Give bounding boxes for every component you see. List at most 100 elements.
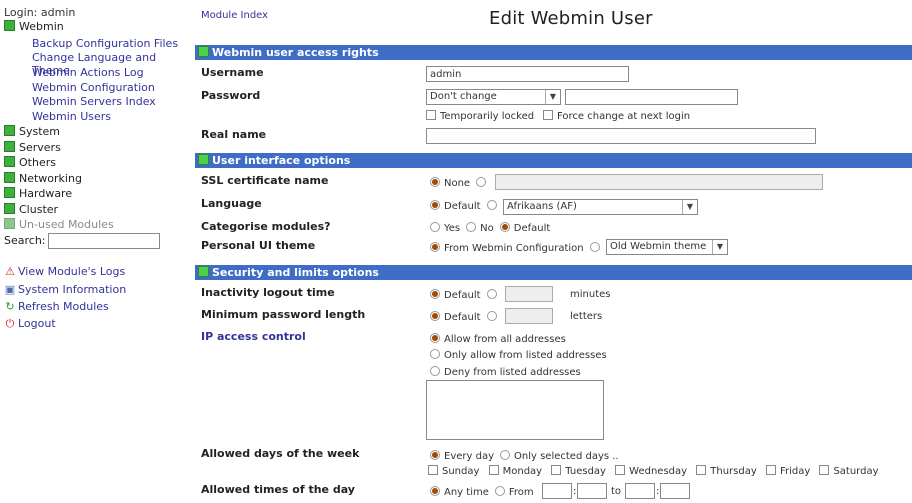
days-every-radio[interactable] bbox=[430, 450, 440, 460]
days-mode-options: Every day Only selected days .. bbox=[430, 450, 619, 462]
force-change-checkbox[interactable] bbox=[543, 110, 553, 120]
theme-default-label: From Webmin Configuration bbox=[444, 243, 584, 254]
refresh-modules-link[interactable]: ↻ Refresh Modules bbox=[4, 300, 109, 313]
system-info-link[interactable]: ▣ System Information bbox=[4, 283, 126, 296]
thursday-checkbox[interactable] bbox=[696, 465, 707, 475]
times-from-radio[interactable] bbox=[494, 486, 505, 496]
ssl-cert-label: SSL certificate name bbox=[201, 174, 329, 187]
categorise-default-radio[interactable] bbox=[499, 222, 510, 232]
days-checkbox-row: Sunday Monday Tuesday Wednesday Thursday… bbox=[428, 465, 879, 477]
chevron-down-icon: ▼ bbox=[682, 200, 697, 214]
temp-locked-checkbox[interactable] bbox=[426, 110, 436, 120]
ip-only-listed-radio[interactable] bbox=[430, 349, 440, 359]
logout-label: Logout bbox=[18, 317, 56, 330]
monday-checkbox[interactable] bbox=[488, 465, 499, 475]
language-default-label: Default bbox=[444, 201, 481, 212]
category-others[interactable]: Others bbox=[4, 156, 56, 169]
ip-deny-listed-radio[interactable] bbox=[430, 366, 440, 376]
view-logs-link[interactable]: ⚠ View Module's Logs bbox=[4, 265, 125, 278]
categorise-yes-radio[interactable] bbox=[430, 222, 440, 232]
language-custom-radio[interactable] bbox=[486, 200, 497, 210]
ip-allow-all-radio[interactable] bbox=[430, 333, 440, 343]
to-minute-input[interactable] bbox=[660, 483, 690, 499]
wednesday-checkbox[interactable] bbox=[615, 465, 626, 475]
menu-webmin-users[interactable]: Webmin Users bbox=[32, 110, 111, 123]
inactivity-input[interactable] bbox=[505, 286, 553, 302]
theme-select[interactable]: Old Webmin theme ▼ bbox=[606, 239, 728, 255]
refresh-label: Refresh Modules bbox=[18, 300, 109, 313]
chevron-down-icon: ▼ bbox=[545, 90, 560, 104]
min-password-default-radio[interactable] bbox=[430, 311, 440, 321]
ssl-none-option[interactable]: None bbox=[430, 177, 490, 189]
category-hardware[interactable]: Hardware bbox=[4, 187, 72, 200]
module-index-link[interactable]: Module Index bbox=[201, 10, 268, 21]
collapse-icon[interactable] bbox=[198, 46, 209, 57]
theme-default-radio[interactable] bbox=[430, 242, 440, 252]
inactivity-custom-radio[interactable] bbox=[486, 289, 497, 299]
categorise-options: Yes No Default bbox=[430, 222, 550, 234]
ssl-none-radio[interactable] bbox=[430, 177, 440, 187]
inactivity-default-option[interactable]: Default bbox=[430, 289, 501, 301]
theme-default-option[interactable]: From Webmin Configuration bbox=[430, 242, 604, 254]
search-row: Search: bbox=[4, 233, 160, 249]
category-system[interactable]: System bbox=[4, 125, 60, 138]
min-password-unit: letters bbox=[570, 311, 603, 322]
days-selected-radio[interactable] bbox=[500, 450, 510, 460]
monday-label: Monday bbox=[502, 466, 543, 477]
category-servers[interactable]: Servers bbox=[4, 141, 61, 154]
username-input[interactable]: admin bbox=[426, 66, 629, 82]
saturday-checkbox[interactable] bbox=[819, 465, 830, 475]
categorise-no-radio[interactable] bbox=[466, 222, 477, 232]
language-default-radio[interactable] bbox=[430, 200, 440, 210]
password-input[interactable] bbox=[565, 89, 738, 105]
categorise-label: Categorise modules? bbox=[201, 220, 331, 233]
logout-link[interactable]: ⏻ Logout bbox=[4, 317, 56, 331]
sunday-checkbox[interactable] bbox=[428, 465, 438, 475]
times-any-radio[interactable] bbox=[430, 486, 440, 496]
search-input[interactable] bbox=[47, 233, 160, 249]
category-networking[interactable]: Networking bbox=[4, 172, 82, 185]
inactivity-default-radio[interactable] bbox=[430, 289, 440, 299]
collapse-icon[interactable] bbox=[198, 266, 209, 277]
collapse-icon[interactable] bbox=[198, 154, 209, 165]
min-password-default-option[interactable]: Default bbox=[430, 311, 501, 323]
password-label: Password bbox=[201, 89, 261, 102]
category-label: Networking bbox=[19, 172, 82, 185]
friday-checkbox[interactable] bbox=[765, 465, 776, 475]
real-name-label: Real name bbox=[201, 128, 267, 141]
to-hour-input[interactable] bbox=[625, 483, 655, 499]
ip-only-listed-option[interactable]: Only allow from listed addresses bbox=[430, 349, 607, 361]
category-unused-modules[interactable]: Un-used Modules bbox=[4, 218, 114, 231]
category-webmin[interactable]: Webmin bbox=[4, 20, 64, 33]
ip-addresses-textarea[interactable] bbox=[426, 380, 604, 440]
wednesday-label: Wednesday bbox=[629, 466, 688, 477]
real-name-input[interactable] bbox=[426, 128, 816, 144]
menu-servers-index[interactable]: Webmin Servers Index bbox=[32, 95, 156, 108]
min-password-custom-radio[interactable] bbox=[486, 311, 497, 321]
category-cluster[interactable]: Cluster bbox=[4, 203, 58, 216]
ip-deny-listed-option[interactable]: Deny from listed addresses bbox=[430, 366, 581, 378]
language-value: Afrikaans (AF) bbox=[507, 201, 577, 212]
menu-backup-config[interactable]: Backup Configuration Files bbox=[32, 37, 178, 50]
category-label: Others bbox=[19, 156, 56, 169]
temp-locked-option[interactable]: Temporarily locked bbox=[426, 110, 534, 122]
ssl-cert-input[interactable] bbox=[495, 174, 823, 190]
password-mode-select[interactable]: Don't change ▼ bbox=[426, 89, 561, 105]
section-security-limits: Security and limits options bbox=[195, 265, 912, 280]
ip-access-link[interactable]: IP access control bbox=[201, 330, 306, 343]
sunday-label: Sunday bbox=[442, 466, 480, 477]
min-password-input[interactable] bbox=[505, 308, 553, 324]
theme-custom-radio[interactable] bbox=[589, 242, 600, 252]
force-change-option[interactable]: Force change at next login bbox=[543, 110, 690, 122]
from-hour-input[interactable] bbox=[542, 483, 572, 499]
from-minute-input[interactable] bbox=[577, 483, 607, 499]
ip-allow-all-option[interactable]: Allow from all addresses bbox=[430, 333, 566, 345]
ssl-custom-radio[interactable] bbox=[476, 177, 487, 187]
language-default-option[interactable]: Default bbox=[430, 200, 501, 212]
menu-webmin-config[interactable]: Webmin Configuration bbox=[32, 81, 155, 94]
language-select[interactable]: Afrikaans (AF) ▼ bbox=[503, 199, 698, 215]
folder-icon bbox=[4, 203, 15, 214]
tuesday-checkbox[interactable] bbox=[551, 465, 562, 475]
menu-actions-log[interactable]: Webmin Actions Log bbox=[32, 66, 144, 79]
categorise-no-label: No bbox=[480, 223, 494, 234]
